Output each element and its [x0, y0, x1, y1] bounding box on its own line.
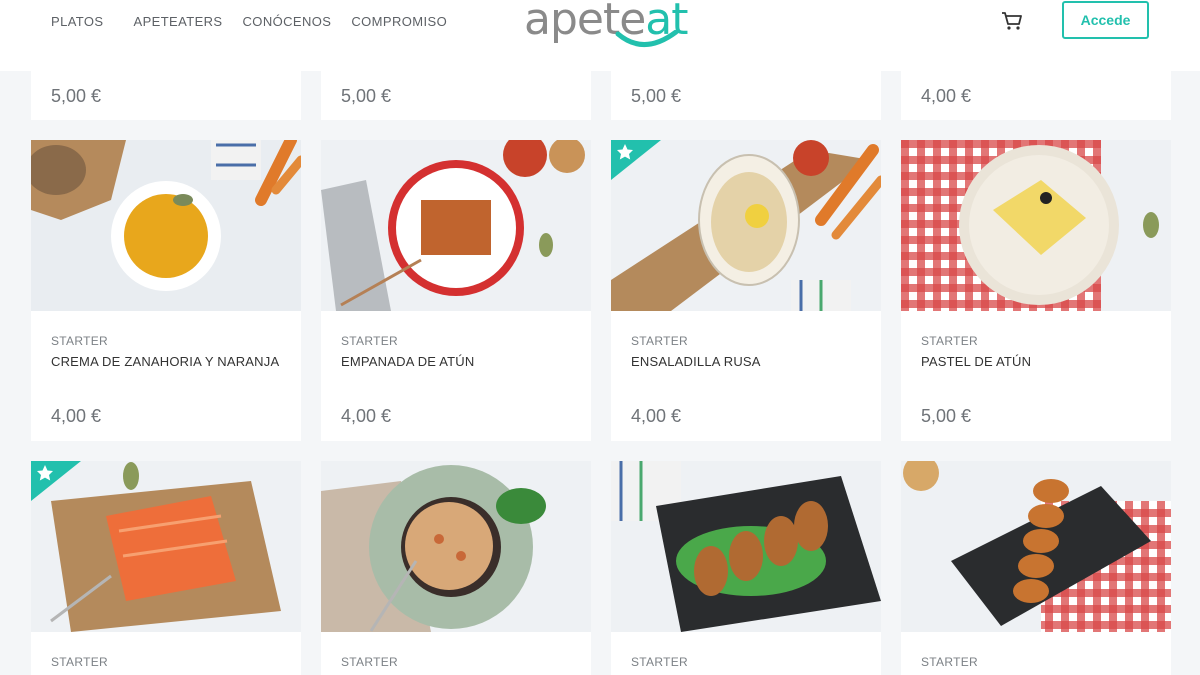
product-card[interactable]: 4,00 € — [901, 71, 1171, 120]
product-card[interactable]: 5,00 € — [611, 71, 881, 120]
product-price: 4,00 € — [631, 406, 682, 426]
product-name[interactable]: ENSALADILLA RUSA — [631, 354, 761, 369]
product-photo[interactable] — [321, 140, 591, 311]
nav-item-platos[interactable]: PLATOS — [51, 14, 104, 29]
product-card[interactable]: STARTER PASTEL DE ATÚN 5,00 € — [901, 140, 1171, 441]
product-card[interactable]: STARTER ENSALADILLA RUSA 4,00 € — [611, 140, 881, 441]
product-card[interactable]: STARTER — [611, 461, 881, 675]
product-price: 4,00 € — [51, 406, 102, 426]
product-photo[interactable] — [611, 461, 881, 632]
product-price: 5,00 € — [631, 86, 682, 106]
product-name[interactable]: PASTEL DE ATÚN — [921, 354, 1031, 369]
product-category: STARTER — [51, 655, 108, 669]
product-card[interactable]: 5,00 € — [321, 71, 591, 120]
product-category: STARTER — [921, 334, 978, 348]
product-category: STARTER — [631, 334, 688, 348]
product-price: 5,00 € — [921, 406, 972, 426]
product-photo[interactable] — [901, 461, 1171, 632]
product-photo[interactable] — [901, 140, 1171, 311]
product-name[interactable]: CREMA DE ZANAHORIA Y NARANJA — [51, 354, 279, 369]
product-photo[interactable] — [31, 140, 301, 311]
product-price: 5,00 € — [51, 86, 102, 106]
product-price: 4,00 € — [341, 406, 392, 426]
product-category: STARTER — [341, 655, 398, 669]
product-card[interactable]: STARTER — [31, 461, 301, 675]
product-category: STARTER — [631, 655, 688, 669]
nav-item-apeteaters[interactable]: APETEATERS — [134, 14, 223, 29]
product-grid: 5,00 € 5,00 € 5,00 € 4,00 € STARTER CREM… — [0, 0, 1200, 675]
main-nav: PLATOS APETEATERS CONÓCENOS COMPROMISO — [51, 0, 467, 42]
nav-item-conocenos[interactable]: CONÓCENOS — [243, 14, 332, 29]
product-card[interactable]: 5,00 € — [31, 71, 301, 120]
login-button[interactable]: Accede — [1062, 1, 1149, 39]
product-category: STARTER — [51, 334, 108, 348]
product-category: STARTER — [921, 655, 978, 669]
top-header: PLATOS APETEATERS CONÓCENOS COMPROMISO a… — [0, 0, 1200, 71]
brand-logo[interactable]: apeteat — [524, 0, 689, 56]
product-name[interactable]: EMPANADA DE ATÚN — [341, 354, 474, 369]
featured-badge — [611, 140, 661, 180]
product-card[interactable]: STARTER CREMA DE ZANAHORIA Y NARANJA 4,0… — [31, 140, 301, 441]
product-card[interactable]: STARTER — [321, 461, 591, 675]
product-card[interactable]: STARTER — [901, 461, 1171, 675]
smile-icon — [615, 30, 679, 47]
product-price: 4,00 € — [921, 86, 972, 106]
product-card[interactable]: STARTER EMPANADA DE ATÚN 4,00 € — [321, 140, 591, 441]
product-photo[interactable] — [321, 461, 591, 632]
product-category: STARTER — [341, 334, 398, 348]
cart-icon[interactable] — [1001, 10, 1023, 32]
featured-badge — [31, 461, 81, 501]
nav-item-compromiso[interactable]: COMPROMISO — [351, 14, 447, 29]
product-price: 5,00 € — [341, 86, 392, 106]
